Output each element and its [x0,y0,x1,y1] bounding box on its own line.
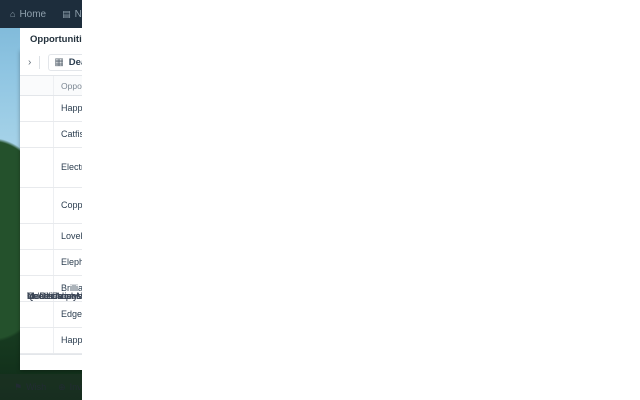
invite-icon: ⊕ [58,382,66,393]
table-body: Happy Hotels - Pilot $15,000 Feb 18, 202… [20,96,82,354]
invite-link[interactable]: ⊕ Invite [58,382,82,393]
invite-label: Invite [70,382,82,392]
nav-home[interactable]: ⌂ Home [10,0,46,28]
screenshot-root: ⌂ Home ▤ Notes ✓ Tasks ≣ Pipeline ▦ [0,0,82,400]
home-icon: ⌂ [10,9,15,19]
sheet-panel: › ▦ Deal Review ↗ Share ▥ Fields ▽ Filt [20,50,82,370]
flag-icon: ⚑ [14,382,22,393]
table-row[interactable]: Happy Hotels - New Business $250,000 May… [20,328,82,354]
cell-stage[interactable]: Id. Decision Makers [20,96,82,354]
top-navigation-bar: ⌂ Home ▤ Notes ✓ Tasks ≣ Pipeline ▦ [0,0,82,28]
table-header-row: Opportunity Name Amount Close Date Stage… [20,76,82,96]
nav-notes[interactable]: ▤ Notes [62,0,82,28]
main-nav: ⌂ Home ▤ Notes ✓ Tasks ≣ Pipeline [10,0,82,28]
wish-link[interactable]: ⚑ Wish [14,382,46,393]
footer-left: ⚑ Wish ⊕ Invite ⚙ [14,382,82,393]
app-window: Opportunities Accounts Contacts Leads Us… [20,28,82,370]
wish-label: Wish [26,382,46,392]
notes-icon: ▤ [62,9,71,20]
nav-home-label: Home [19,9,46,20]
nav-notes-label: Notes [75,9,82,20]
footer-bar: ⚑ Wish ⊕ Invite ⚙ SCRATCHPAD [0,374,82,400]
